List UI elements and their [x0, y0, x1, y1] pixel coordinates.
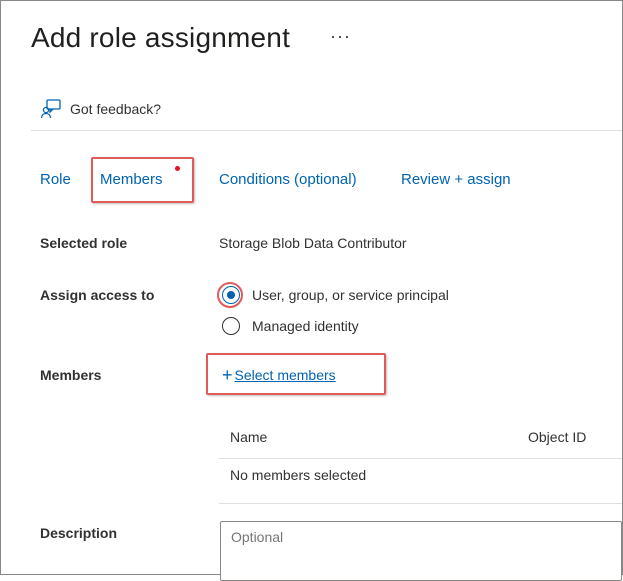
select-members-label: Select members — [234, 367, 336, 383]
selected-role-value: Storage Blob Data Contributor — [219, 235, 407, 251]
radio-managed-identity[interactable]: Managed identity — [222, 317, 359, 335]
select-members-link[interactable]: + Select members — [222, 365, 336, 385]
description-textarea[interactable] — [220, 521, 622, 581]
description-label: Description — [40, 525, 118, 541]
feedback-button[interactable]: Got feedback? — [40, 98, 161, 120]
column-header-object-id: Object ID — [528, 429, 587, 445]
radio-user-group-sp[interactable]: User, group, or service principal — [222, 286, 449, 304]
table-bottom-divider — [219, 503, 622, 504]
table-empty-message: No members selected — [230, 467, 367, 483]
highlight-box-members-tab — [91, 157, 194, 203]
tab-conditions[interactable]: Conditions (optional) — [219, 171, 357, 188]
assign-access-label: Assign access to — [40, 287, 155, 303]
radio-user-group-sp-label: User, group, or service principal — [252, 287, 449, 303]
selected-role-label: Selected role — [40, 235, 128, 251]
column-header-name: Name — [230, 429, 268, 445]
plus-icon: + — [222, 365, 233, 385]
tab-review-assign[interactable]: Review + assign — [401, 171, 511, 188]
radio-managed-identity-label: Managed identity — [252, 318, 359, 334]
more-options-button[interactable]: ··· — [330, 26, 351, 47]
header-divider — [31, 130, 622, 131]
page-title: Add role assignment — [31, 22, 291, 53]
feedback-icon — [40, 99, 61, 119]
radio-button-unchecked[interactable] — [222, 317, 240, 335]
members-label: Members — [40, 367, 102, 383]
radio-button-checked[interactable] — [222, 286, 240, 304]
tab-role[interactable]: Role — [40, 171, 71, 188]
table-header-divider — [219, 458, 622, 459]
feedback-label: Got feedback? — [70, 101, 162, 117]
